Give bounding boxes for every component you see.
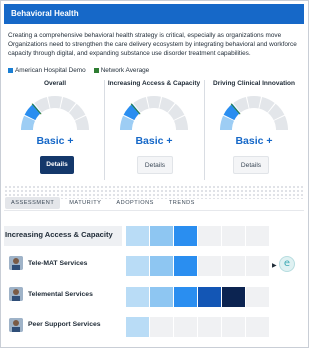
gauge-level: Basic + [36, 135, 74, 147]
maturity-cell [126, 317, 149, 337]
service-maturity-cells [126, 317, 269, 337]
maturity-cell [150, 256, 173, 276]
legend-swatch-hospital [8, 68, 13, 73]
maturity-cell [246, 226, 269, 246]
gauge-level: Basic + [235, 135, 273, 147]
maturity-cell [174, 256, 197, 276]
details-button[interactable]: Details [40, 156, 74, 174]
maturity-cell [246, 287, 269, 307]
details-button[interactable]: Details [233, 156, 269, 174]
gauge-arc [120, 96, 188, 130]
gauge-clinical-innovation: Driving Clinical Innovation Basic + Deta… [205, 80, 303, 177]
maturity-cell [174, 317, 197, 337]
tab-adoptions[interactable]: ADOPTIONS [110, 197, 159, 209]
maturity-cell [222, 317, 245, 337]
maturity-cell [150, 226, 173, 246]
avatar [9, 256, 23, 270]
service-maturity-cells [126, 256, 269, 276]
category-label: Increasing Access & Capacity [5, 230, 113, 239]
description-text: Creating a comprehensive behavioral heal… [8, 32, 297, 58]
gauge-title: Overall [43, 80, 67, 87]
tab-underline [4, 210, 304, 211]
legend-label-network: Network Average [100, 67, 150, 74]
gauge-segment [147, 96, 161, 109]
gauge-segment [48, 96, 62, 109]
legend-item-network: Network Average [93, 67, 150, 74]
gauge-segment [247, 96, 261, 109]
maturity-cell [174, 287, 197, 307]
tab-bar: ASSESSMENT MATURITY ADOPTIONS TRENDS [5, 197, 201, 209]
category-maturity-cells [126, 226, 269, 246]
avatar [9, 287, 23, 301]
legend: American Hospital Demo Network Average [8, 67, 149, 74]
tab-maturity[interactable]: MATURITY [63, 197, 107, 209]
legend-swatch-network [93, 68, 99, 73]
gauge-title: Increasing Access & Capacity [107, 80, 201, 87]
maturity-cell [126, 256, 149, 276]
service-label-telemental[interactable]: Telemental Services [28, 291, 93, 298]
card-header: Behavioral Health [4, 4, 304, 24]
maturity-cell [150, 287, 173, 307]
gauge-level: Basic + [135, 135, 173, 147]
maturity-cell [198, 287, 221, 307]
service-label-tele-mat[interactable]: Tele-MAT Services [28, 260, 87, 267]
maturity-cell [126, 226, 149, 246]
legend-label-hospital: American Hospital Demo [15, 67, 86, 74]
maturity-cell [174, 226, 197, 246]
gauge-arc [220, 96, 288, 130]
maturity-cell [246, 256, 269, 276]
gauge-title: Driving Clinical Innovation [213, 80, 295, 87]
tab-assessment[interactable]: ASSESSMENT [5, 197, 61, 209]
maturity-cell [222, 226, 245, 246]
maturity-cell [246, 317, 269, 337]
maturity-cell [198, 317, 221, 337]
tab-trends[interactable]: TRENDS [163, 197, 201, 209]
maturity-cell [222, 287, 245, 307]
gauge-access-capacity: Increasing Access & Capacity Basic + Det… [105, 80, 203, 177]
service-label-peer-support[interactable]: Peer Support Services [28, 321, 101, 328]
maturity-cell [198, 226, 221, 246]
details-button[interactable]: Details [137, 156, 173, 174]
gauge-arc [21, 96, 89, 130]
maturity-cell [198, 256, 221, 276]
expand-arrow-icon[interactable]: ▶ [272, 262, 277, 269]
legend-item-hospital: American Hospital Demo [8, 67, 86, 74]
maturity-cell [150, 317, 173, 337]
avatar [9, 318, 23, 332]
maturity-cell [222, 256, 245, 276]
maturity-cell [126, 287, 149, 307]
e-badge-icon[interactable]: e [279, 256, 295, 272]
gauge-overall: Overall Basic + Details [6, 80, 104, 177]
service-maturity-cells [126, 287, 269, 307]
